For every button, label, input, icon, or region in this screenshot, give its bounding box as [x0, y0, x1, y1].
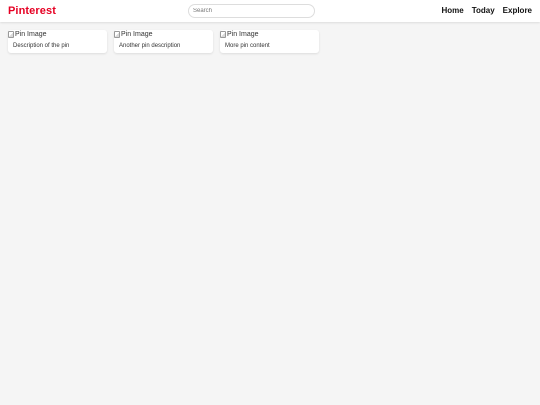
pin-image[interactable]: Pin Image	[8, 30, 47, 39]
pin-description: More pin content	[225, 43, 270, 49]
broken-image-icon	[114, 31, 120, 38]
pin-image-alt: Pin Image	[121, 31, 153, 38]
top-header: Pinterest Home Today Explore	[0, 0, 540, 22]
broken-image-icon	[8, 31, 14, 38]
pin-description: Description of the pin	[13, 43, 70, 49]
pin-image[interactable]: Pin Image	[220, 30, 259, 39]
pin-grid: Pin Image Description of the pin Pin Ima…	[8, 30, 319, 53]
nav-explore-link[interactable]: Explore	[503, 5, 532, 17]
search-input[interactable]	[188, 4, 315, 18]
pin-image-alt: Pin Image	[227, 31, 259, 38]
pin-image-alt: Pin Image	[15, 31, 47, 38]
pin-card[interactable]: Pin Image More pin content	[220, 30, 319, 53]
pinterest-logo[interactable]: Pinterest	[8, 4, 56, 18]
nav-home-link[interactable]: Home	[441, 5, 463, 17]
pin-image[interactable]: Pin Image	[114, 30, 153, 39]
top-nav: Home Today Explore	[441, 5, 532, 17]
broken-image-icon	[220, 31, 226, 38]
pin-description: Another pin description	[119, 43, 181, 49]
pin-card[interactable]: Pin Image Description of the pin	[8, 30, 107, 53]
nav-today-link[interactable]: Today	[472, 5, 495, 17]
pin-card[interactable]: Pin Image Another pin description	[114, 30, 213, 53]
